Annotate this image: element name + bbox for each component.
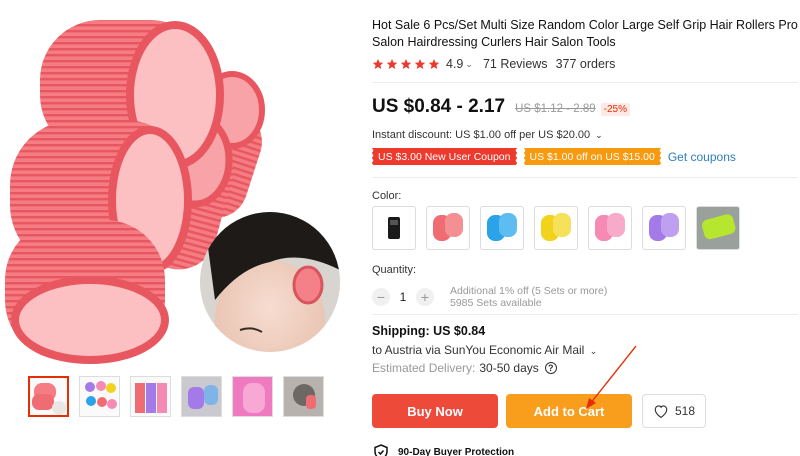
quantity-decrease-button[interactable]: −: [372, 288, 390, 306]
thumbnail-5[interactable]: [232, 376, 273, 417]
chevron-down-icon: ⌄: [589, 346, 598, 356]
star-icon: [386, 59, 398, 69]
store-coupon[interactable]: US $1.00 off on US $15.00: [522, 148, 661, 165]
divider: [372, 82, 798, 83]
swatch-blue[interactable]: [480, 206, 524, 250]
estimated-delivery: Estimated Delivery: 30-50 days ?: [372, 361, 557, 375]
wishlist-count: 518: [674, 404, 696, 418]
swatch-purple[interactable]: [642, 206, 686, 250]
buyer-protection-text: 90-Day Buyer Protection: [398, 446, 515, 456]
color-swatches: [372, 206, 740, 250]
thumbnail-strip: [28, 376, 324, 417]
star-icon: [428, 59, 440, 69]
chevron-down-icon: ⌄: [595, 130, 603, 140]
product-main-image[interactable]: [0, 0, 360, 370]
buy-now-button[interactable]: Buy Now: [372, 394, 498, 428]
original-price: US $1.12 - 2.89: [515, 103, 596, 115]
shipping-destination-text: to Austria via SunYou Economic Air Mail: [372, 343, 585, 357]
thumbnail-1[interactable]: [28, 376, 69, 417]
quantity-increase-button[interactable]: +: [416, 288, 434, 306]
get-coupons-link[interactable]: Get coupons: [668, 150, 736, 164]
star-icon: [400, 59, 412, 69]
thumbnail-2[interactable]: [79, 376, 120, 417]
product-title: Hot Sale 6 Pcs/Set Multi Size Random Col…: [372, 18, 798, 49]
instant-discount[interactable]: Instant discount: US $1.00 off per US $2…: [372, 129, 603, 141]
quantity-note: Additional 1% off (5 Sets or more) 5985 …: [450, 285, 607, 309]
quantity-input[interactable]: 1: [390, 290, 416, 304]
rating-stars[interactable]: [372, 58, 440, 70]
current-price: US $0.84 - 2.17: [372, 96, 506, 117]
star-icon: [414, 59, 426, 69]
rating-score[interactable]: 4.9: [446, 57, 463, 71]
question-icon[interactable]: ?: [544, 362, 557, 374]
quantity-row: − 1 + Additional 1% off (5 Sets or more)…: [372, 285, 607, 309]
swatch-pink[interactable]: [588, 206, 632, 250]
swatch-red[interactable]: [426, 206, 470, 250]
thumbnail-6[interactable]: [283, 376, 324, 417]
discount-badge: -25%: [600, 103, 631, 116]
quantity-label: Quantity:: [372, 264, 417, 276]
swatch-green[interactable]: [696, 206, 740, 250]
color-label: Color:: [372, 190, 402, 202]
star-icon: [372, 59, 384, 69]
reviews-link[interactable]: 71 Reviews: [483, 57, 548, 71]
wishlist-button[interactable]: 518: [642, 394, 706, 428]
bulk-discount-text: Additional 1% off (5 Sets or more): [450, 285, 608, 297]
add-to-cart-button[interactable]: Add to Cart: [506, 394, 632, 428]
thumbnail-4[interactable]: [181, 376, 222, 417]
new-user-coupon[interactable]: US $3.00 New User Coupon: [371, 148, 517, 165]
delivery-days: 30-50 days: [479, 361, 539, 375]
delivery-label: Estimated Delivery:: [372, 361, 476, 375]
chevron-down-icon[interactable]: ⌄: [465, 59, 473, 70]
instant-discount-text: Instant discount: US $1.00 off per US $2…: [372, 129, 591, 141]
shield-icon: [374, 444, 388, 456]
buyer-protection: 90-Day Buyer Protection: [374, 444, 514, 456]
divider: [372, 177, 798, 178]
thumbnail-3[interactable]: [130, 376, 171, 417]
shipping-price: Shipping: US $0.84: [372, 324, 486, 338]
coupon-row: US $3.00 New User Coupon US $1.00 off on…: [371, 148, 736, 165]
swatch-black[interactable]: [372, 206, 416, 250]
stock-available-text: 5985 Sets available: [450, 297, 542, 309]
rating-row: 4.9 ⌄ 71 Reviews 377 orders: [372, 57, 615, 71]
heart-icon: [654, 405, 668, 418]
shipping-destination[interactable]: to Austria via SunYou Economic Air Mail …: [372, 343, 597, 357]
swatch-yellow[interactable]: [534, 206, 578, 250]
divider: [372, 314, 798, 315]
orders-count: 377 orders: [555, 57, 616, 71]
price-row: US $0.84 - 2.17 US $1.12 - 2.89 -25%: [372, 96, 631, 118]
